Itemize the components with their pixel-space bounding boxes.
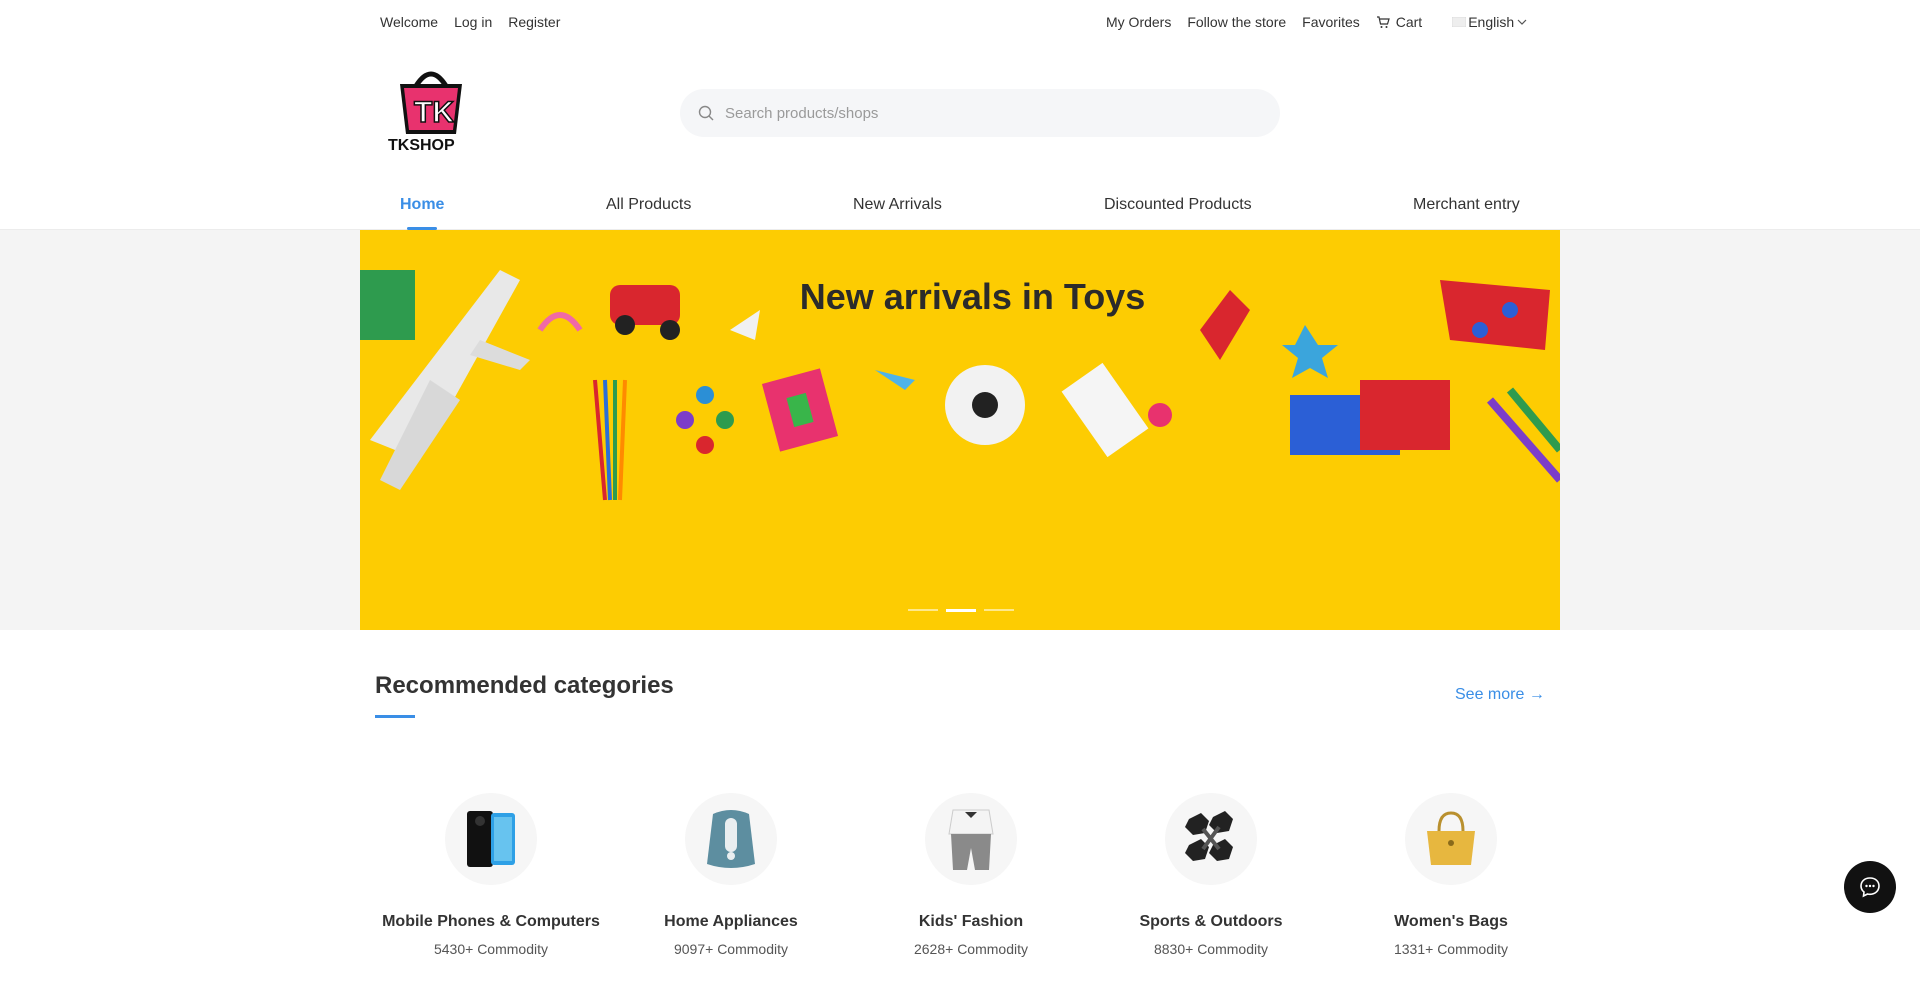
nav-merchant-entry[interactable]: Merchant entry (1413, 196, 1520, 214)
nav-new-arrivals[interactable]: New Arrivals (853, 196, 942, 214)
tkshop-logo[interactable]: TK TKSHOP (388, 66, 474, 154)
category-count: 9097+ Commodity (673, 941, 788, 957)
chat-bubble-icon (1860, 877, 1880, 898)
carousel-dot[interactable] (908, 609, 938, 611)
svg-text:TK: TK (414, 96, 454, 129)
logo-text: TKSHOP (388, 137, 455, 154)
category-count: 1331+ Commodity (1393, 941, 1508, 957)
category-card[interactable]: Mobile Phones & Computers 5430+ Commodit… (371, 793, 611, 957)
section-title: Recommended categories (375, 672, 674, 699)
user-links: My Orders Follow the store Favorites Car… (1106, 14, 1528, 30)
kids-outfit-icon (948, 809, 994, 870)
chevron-down-icon (1517, 19, 1527, 25)
category-name: Home Appliances (664, 913, 798, 930)
main-nav: Home All Products New Arrivals Discounte… (0, 186, 1920, 230)
search-icon (698, 105, 714, 120)
category-image (445, 793, 537, 885)
account-links: Welcome Log in Register (380, 14, 560, 30)
welcome-text: Welcome (380, 14, 439, 30)
section-title-underline (375, 715, 415, 718)
category-name: Kids' Fashion (918, 913, 1024, 930)
language-selector[interactable]: English (1452, 14, 1528, 30)
top-bar: Welcome Log in Register My Orders Follow… (0, 0, 1920, 44)
hero-banner[interactable]: New arrivals in Toys (360, 230, 1560, 630)
category-image (1165, 793, 1257, 885)
follow-store-link[interactable]: Follow the store (1187, 14, 1286, 30)
my-orders-link[interactable]: My Orders (1106, 14, 1171, 30)
carousel-indicators (908, 609, 1014, 612)
category-name: Mobile Phones & Computers (382, 913, 600, 930)
cart-icon (1376, 16, 1390, 28)
category-card[interactable]: Sports & Outdoors 8830+ Commodity (1091, 793, 1331, 957)
category-card[interactable]: Kids' Fashion 2628+ Commodity (851, 793, 1091, 957)
nav-discounted-products[interactable]: Discounted Products (1104, 196, 1252, 214)
air-fryer-icon (707, 810, 755, 868)
nav-all-products[interactable]: All Products (606, 196, 691, 214)
category-card[interactable]: Women's Bags 1331+ Commodity (1331, 793, 1571, 957)
chat-button[interactable] (1844, 861, 1896, 913)
carousel-dot-active[interactable] (946, 609, 976, 612)
category-image (685, 793, 777, 885)
carousel-dot[interactable] (984, 609, 1014, 611)
handbag-icon (1427, 811, 1475, 865)
category-card[interactable]: Home Appliances 9097+ Commodity (611, 793, 851, 957)
favorites-link[interactable]: Favorites (1302, 14, 1360, 30)
register-link[interactable]: Register (508, 14, 560, 30)
banner-title: New arrivals in Toys (799, 276, 1146, 317)
category-name: Women's Bags (1394, 913, 1508, 930)
see-more-link[interactable]: See more → (1455, 686, 1545, 704)
search-input[interactable] (725, 104, 1245, 122)
category-count: 5430+ Commodity (433, 941, 548, 957)
category-image (1405, 793, 1497, 885)
search-bar[interactable] (680, 89, 1280, 137)
cart-label: Cart (1395, 14, 1423, 30)
category-count: 8830+ Commodity (1153, 941, 1268, 957)
category-count: 2628+ Commodity (913, 941, 1028, 957)
nav-home[interactable]: Home (400, 196, 444, 214)
language-label: English (1468, 14, 1515, 30)
category-image (925, 793, 1017, 885)
category-name: Sports & Outdoors (1139, 913, 1283, 930)
flag-icon (1452, 17, 1467, 27)
cart-link[interactable]: Cart (1376, 14, 1422, 30)
phone-icon (467, 811, 515, 867)
login-link[interactable]: Log in (454, 14, 492, 30)
dumbbell-icon (1185, 811, 1233, 861)
